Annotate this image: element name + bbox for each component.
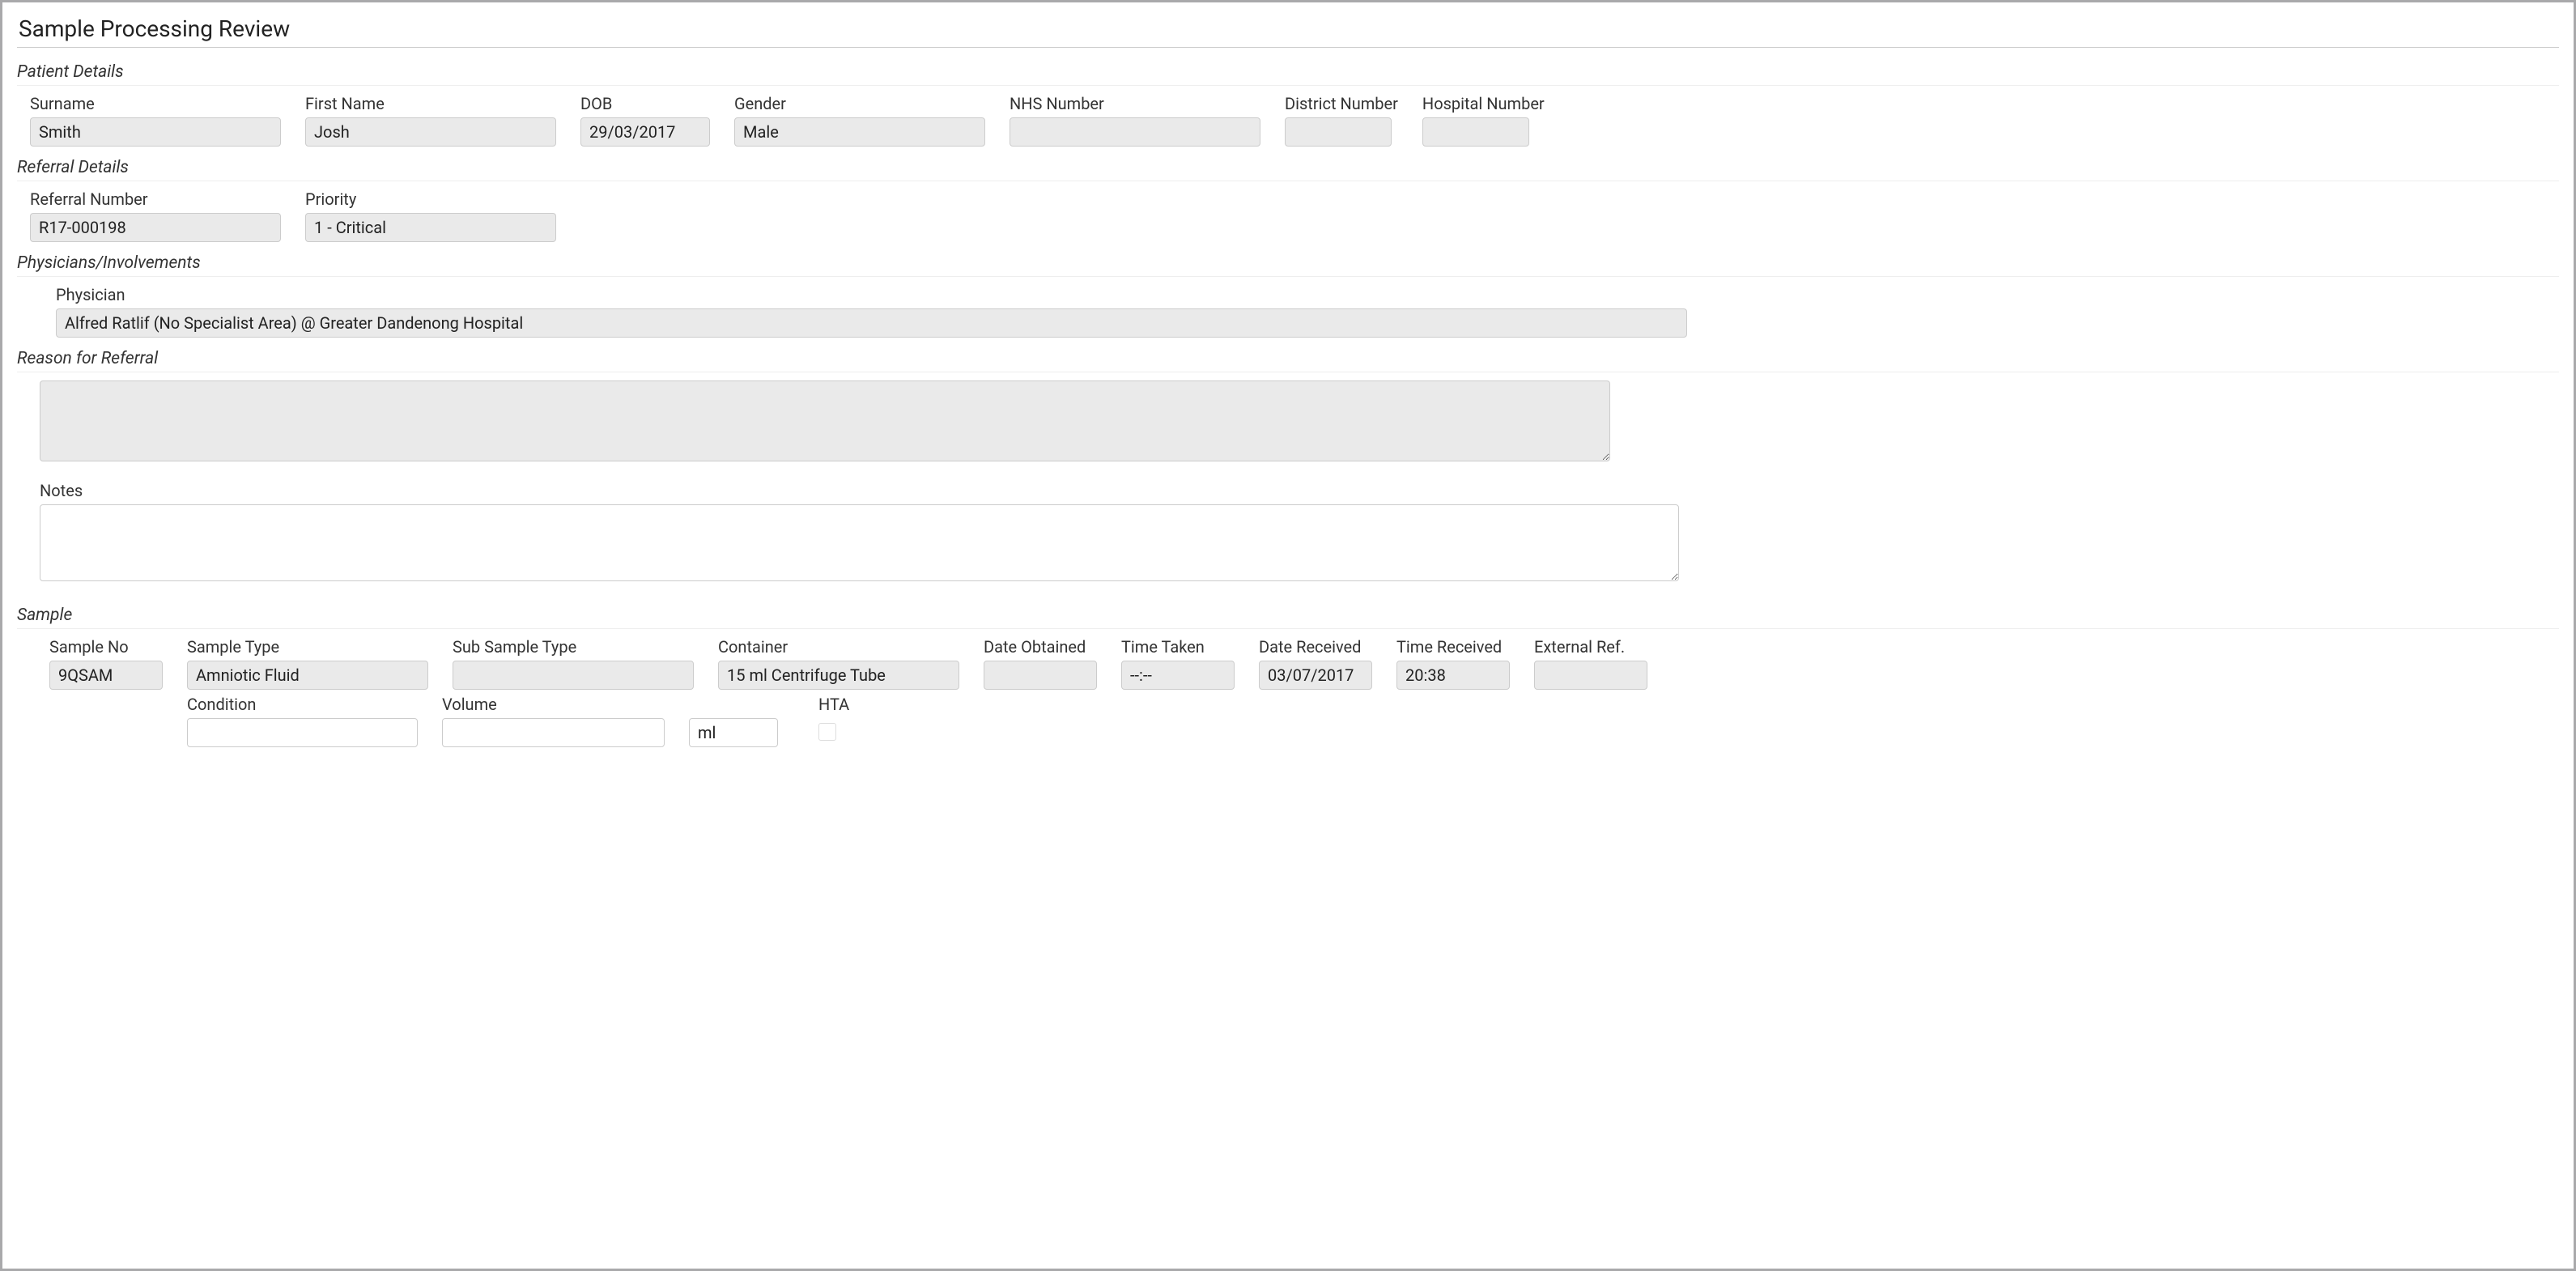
sampleno-field[interactable] <box>49 661 163 690</box>
hospital-field[interactable] <box>1422 117 1529 147</box>
priority-field[interactable] <box>305 213 556 242</box>
volume-unit-select[interactable]: ml <box>689 718 778 747</box>
hospital-label: Hospital Number <box>1422 94 1545 113</box>
refnum-field[interactable] <box>30 213 281 242</box>
notes-label: Notes <box>40 481 1679 500</box>
physician-label: Physician <box>56 285 1687 304</box>
externalref-field[interactable] <box>1534 661 1647 690</box>
district-field[interactable] <box>1285 117 1392 147</box>
sampleno-label: Sample No <box>49 637 163 657</box>
reason-field[interactable] <box>40 380 1610 461</box>
volume-field[interactable] <box>442 718 665 747</box>
volume-label: Volume <box>442 695 778 714</box>
section-header-physicians: Physicians/Involvements <box>17 253 2559 277</box>
section-header-sample: Sample <box>17 606 2559 629</box>
gender-field[interactable] <box>734 117 985 147</box>
dob-label: DOB <box>580 94 710 113</box>
hta-checkbox[interactable] <box>818 723 836 741</box>
container-field[interactable] <box>718 661 959 690</box>
dateobtained-label: Date Obtained <box>984 637 1097 657</box>
dateobtained-field[interactable] <box>984 661 1097 690</box>
timereceived-field[interactable] <box>1396 661 1510 690</box>
physician-field[interactable] <box>56 308 1687 338</box>
notes-field[interactable] <box>40 504 1679 581</box>
page-title: Sample Processing Review <box>17 9 2559 48</box>
subsampletype-field[interactable] <box>453 661 694 690</box>
section-header-patient: Patient Details <box>17 62 2559 86</box>
timetaken-label: Time Taken <box>1121 637 1235 657</box>
nhs-field[interactable] <box>1010 117 1260 147</box>
district-label: District Number <box>1285 94 1398 113</box>
condition-label: Condition <box>187 695 418 714</box>
condition-select[interactable] <box>187 718 418 747</box>
refnum-label: Referral Number <box>30 189 281 209</box>
timereceived-label: Time Received <box>1396 637 1510 657</box>
dob-field[interactable] <box>580 117 710 147</box>
priority-label: Priority <box>305 189 556 209</box>
hta-label: HTA <box>818 695 849 714</box>
section-header-reason: Reason for Referral <box>17 349 2559 372</box>
container-label: Container <box>718 637 959 657</box>
sampletype-field[interactable] <box>187 661 428 690</box>
gender-label: Gender <box>734 94 985 113</box>
nhs-label: NHS Number <box>1010 94 1260 113</box>
datereceived-label: Date Received <box>1259 637 1372 657</box>
firstname-label: First Name <box>305 94 556 113</box>
sampletype-label: Sample Type <box>187 637 428 657</box>
section-header-referral: Referral Details <box>17 158 2559 181</box>
surname-field[interactable] <box>30 117 281 147</box>
surname-label: Surname <box>30 94 281 113</box>
datereceived-field[interactable] <box>1259 661 1372 690</box>
firstname-field[interactable] <box>305 117 556 147</box>
externalref-label: External Ref. <box>1534 637 1647 657</box>
subsampletype-label: Sub Sample Type <box>453 637 694 657</box>
timetaken-field[interactable] <box>1121 661 1235 690</box>
